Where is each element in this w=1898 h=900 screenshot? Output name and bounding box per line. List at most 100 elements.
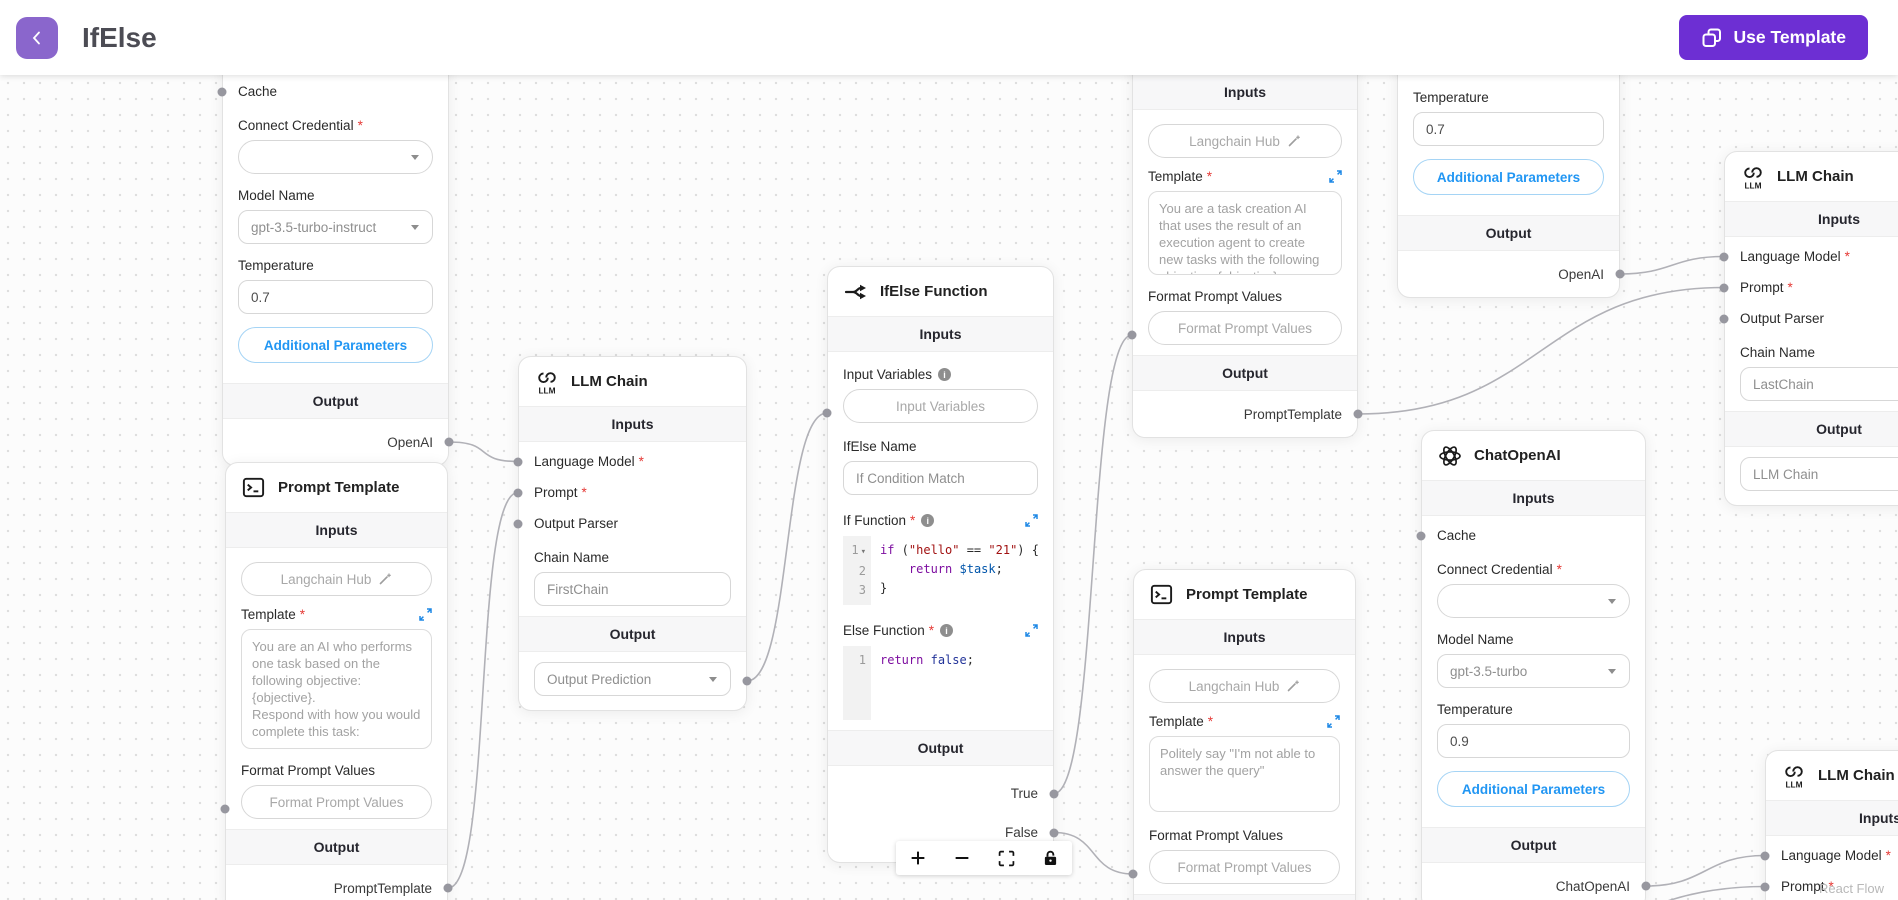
format-prompt-values-label: Format Prompt Values <box>1149 828 1284 843</box>
input-anchor-prompt: Prompt * <box>1719 272 1898 303</box>
required-asterisk: * <box>299 607 306 622</box>
template-textarea[interactable]: You are a task creation AI that uses the… <box>1148 191 1342 275</box>
connector-dot[interactable] <box>1049 789 1059 798</box>
info-icon[interactable]: i <box>921 514 935 527</box>
node-llm-chain-bottom[interactable]: LLM LLM Chain Inputs Language Model * Pro… <box>1760 750 1898 900</box>
flow-canvas[interactable]: Cache Connect Credential * Model Name gpt… <box>0 75 1898 900</box>
back-button[interactable] <box>16 16 58 59</box>
inputs-section-header: Inputs <box>1134 619 1355 655</box>
connector-dot[interactable] <box>1641 881 1651 891</box>
format-prompt-values-input[interactable]: Format Prompt Values <box>1148 311 1342 345</box>
model-name-select[interactable]: gpt-3.5-turbo-instruct <box>238 210 433 244</box>
chain-name-label: Chain Name <box>534 550 610 565</box>
connector-dot[interactable] <box>444 437 454 447</box>
node-ifelse-function[interactable]: IfElse Function Inputs Input Variables i … <box>822 266 1059 863</box>
output-section-header: Output <box>1133 355 1357 391</box>
zoom-in-button[interactable] <box>906 846 930 870</box>
connector-dot[interactable] <box>513 519 523 528</box>
connector-dot[interactable] <box>513 457 523 466</box>
node-prompt-template-top[interactable]: Inputs Langchain Hub Template * You are a… <box>1127 75 1363 438</box>
connector-dot[interactable] <box>1719 314 1729 323</box>
ifelse-name-input[interactable]: If Condition Match <box>843 461 1038 495</box>
connector-dot[interactable] <box>1615 269 1625 279</box>
temperature-input[interactable]: 0.9 <box>1437 724 1630 758</box>
langchain-hub-button[interactable]: Langchain Hub <box>1149 669 1340 703</box>
output-select[interactable]: LLM Chain <box>1740 457 1898 491</box>
connector-dot[interactable] <box>217 87 227 96</box>
node-title: LLM Chain <box>1777 168 1854 185</box>
required-asterisk: * <box>910 513 916 528</box>
credential-select[interactable] <box>1437 584 1630 618</box>
model-name-select[interactable]: gpt-3.5-turbo <box>1437 654 1630 688</box>
temperature-input[interactable]: 0.7 <box>238 280 433 314</box>
chain-name-input[interactable]: FirstChain <box>534 572 731 606</box>
connector-dot[interactable] <box>822 408 832 418</box>
connector-dot[interactable] <box>742 676 752 686</box>
info-icon[interactable]: i <box>938 368 952 381</box>
node-llm-chain-center[interactable]: LLM LLM Chain Inputs Language Model * Pro… <box>513 356 752 711</box>
connector-dot[interactable] <box>220 804 230 814</box>
required-asterisk: * <box>357 118 363 133</box>
node-title: LLM Chain <box>571 373 648 390</box>
temperature-input[interactable]: 0.7 <box>1413 112 1604 146</box>
connector-dot[interactable] <box>1719 252 1729 261</box>
chain-name-input[interactable]: LastChain <box>1740 367 1898 401</box>
additional-parameters-button[interactable]: Additional Parameters <box>1413 159 1604 195</box>
lock-button[interactable] <box>1038 846 1062 870</box>
chevron-down-icon <box>411 225 419 230</box>
else-function-code-editor[interactable]: 1 return false; <box>843 646 1038 720</box>
format-prompt-values-input[interactable]: Format Prompt Values <box>1149 850 1340 884</box>
wand-icon <box>1288 135 1300 147</box>
inputs-section-header: Inputs <box>226 512 447 548</box>
expand-icon[interactable] <box>1025 514 1038 527</box>
inputs-section-header: Inputs <box>1422 480 1645 516</box>
if-function-code-editor[interactable]: 1 ▾ 2 3 if ("hello" == "21") { return $task;… <box>843 536 1039 605</box>
output-section-header: Output <box>226 829 447 865</box>
connector-dot[interactable] <box>443 883 453 893</box>
expand-icon[interactable] <box>1025 624 1038 637</box>
connector-dot[interactable] <box>1127 330 1137 340</box>
connector-dot[interactable] <box>1049 828 1059 837</box>
credential-select[interactable] <box>238 140 433 174</box>
output-section-header: Output <box>1134 894 1355 900</box>
additional-parameters-button[interactable]: Additional Parameters <box>1437 771 1630 807</box>
zoom-out-button[interactable] <box>950 846 974 870</box>
langchain-hub-button[interactable]: Langchain Hub <box>241 562 432 596</box>
template-textarea[interactable]: Politely say "I'm not able to answer the… <box>1149 736 1340 812</box>
connector-dot[interactable] <box>1128 869 1138 879</box>
format-prompt-values-input[interactable]: Format Prompt Values <box>241 785 432 819</box>
node-chat-openai[interactable]: ChatOpenAI Inputs Cache Connect Credenti… <box>1416 430 1651 900</box>
input-variables-input[interactable]: Input Variables <box>843 389 1038 423</box>
connector-dot[interactable] <box>1760 851 1770 860</box>
expand-icon[interactable] <box>1327 715 1340 728</box>
input-anchor-output-parser: Output Parser <box>513 508 731 539</box>
node-llm-chain-top[interactable]: LLM LLM Chain Inputs Language Model * Pro… <box>1719 151 1898 506</box>
chevron-left-icon <box>32 31 40 44</box>
node-openai-top[interactable]: Temperature 0.7 Additional Parameters Ou… <box>1397 75 1625 298</box>
expand-icon[interactable] <box>1329 170 1342 183</box>
connector-dot[interactable] <box>1719 283 1729 292</box>
node-prompt-template-left[interactable]: Prompt Template Inputs Langchain Hub Tem… <box>220 462 453 900</box>
chevron-down-icon <box>1608 599 1616 604</box>
node-openai-left[interactable]: Cache Connect Credential * Model Name gpt… <box>217 75 454 466</box>
required-asterisk: * <box>1556 562 1562 577</box>
connector-dot[interactable] <box>513 488 523 497</box>
wand-icon <box>380 573 392 585</box>
connector-dot[interactable] <box>1353 409 1363 419</box>
fit-view-button[interactable] <box>994 846 1018 870</box>
model-name-label: Model Name <box>238 188 315 203</box>
output-section-header: Output <box>1422 827 1645 863</box>
additional-parameters-button[interactable]: Additional Parameters <box>238 327 433 363</box>
template-textarea[interactable]: You are an AI who performs one task base… <box>241 629 432 749</box>
output-select[interactable]: Output Prediction <box>534 662 731 696</box>
use-template-button[interactable]: Use Template <box>1678 15 1868 60</box>
output-section-header: Output <box>1725 411 1898 447</box>
expand-icon[interactable] <box>419 608 432 621</box>
inputs-section-header: Inputs <box>828 316 1053 352</box>
connector-dot[interactable] <box>1760 882 1770 891</box>
node-prompt-template-bottom[interactable]: Prompt Template Inputs Langchain Hub Tem… <box>1128 569 1356 900</box>
split-branch-icon <box>842 278 869 305</box>
info-icon[interactable]: i <box>940 624 954 637</box>
langchain-hub-button[interactable]: Langchain Hub <box>1148 124 1342 158</box>
connector-dot[interactable] <box>1416 531 1426 540</box>
